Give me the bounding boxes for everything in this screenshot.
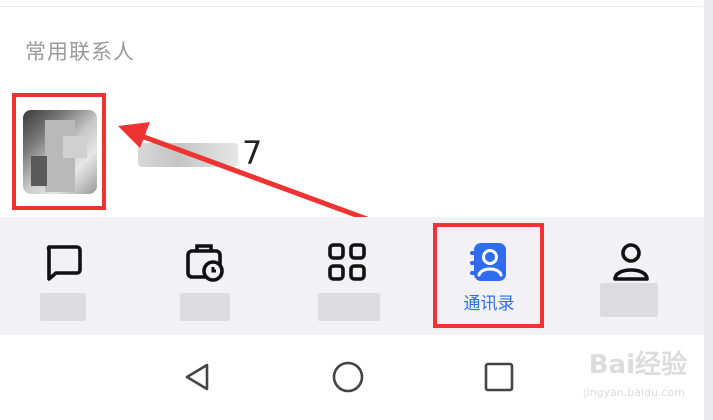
- triangle-back-icon[interactable]: [179, 359, 215, 395]
- watermark-url: jingyan.baidu.com: [583, 386, 685, 399]
- blurred-label: [180, 293, 230, 321]
- grid-icon: [328, 243, 366, 281]
- blurred-label: [318, 293, 380, 321]
- chat-bubble-icon: [46, 245, 82, 281]
- tab-calendar[interactable]: [150, 217, 260, 335]
- contact-name[interactable]: 7: [138, 134, 262, 172]
- calendar-clock-icon: [186, 244, 224, 282]
- tab-messages[interactable]: [8, 217, 118, 335]
- blurred-label: [40, 293, 86, 321]
- annotation-avatar-highlight: [12, 93, 106, 210]
- top-divider: [0, 6, 703, 7]
- section-title: 常用联系人: [25, 40, 135, 64]
- person-icon: [613, 243, 649, 281]
- blurred-label: [600, 283, 658, 317]
- bottom-tab-bar: 通讯录: [0, 217, 704, 335]
- annotation-tab-highlight: [433, 223, 544, 328]
- circle-home-icon[interactable]: [330, 359, 366, 395]
- contact-name-suffix: 7: [242, 134, 263, 172]
- right-edge: [704, 0, 713, 420]
- tab-apps[interactable]: [292, 217, 402, 335]
- tab-me[interactable]: [576, 217, 686, 335]
- square-recents-icon[interactable]: [481, 359, 517, 395]
- blurred-name: [138, 143, 238, 167]
- watermark-brand: Bai经验: [588, 350, 687, 380]
- baidu-jingyan-watermark: Bai经验 jingyan.baidu.com: [557, 342, 687, 406]
